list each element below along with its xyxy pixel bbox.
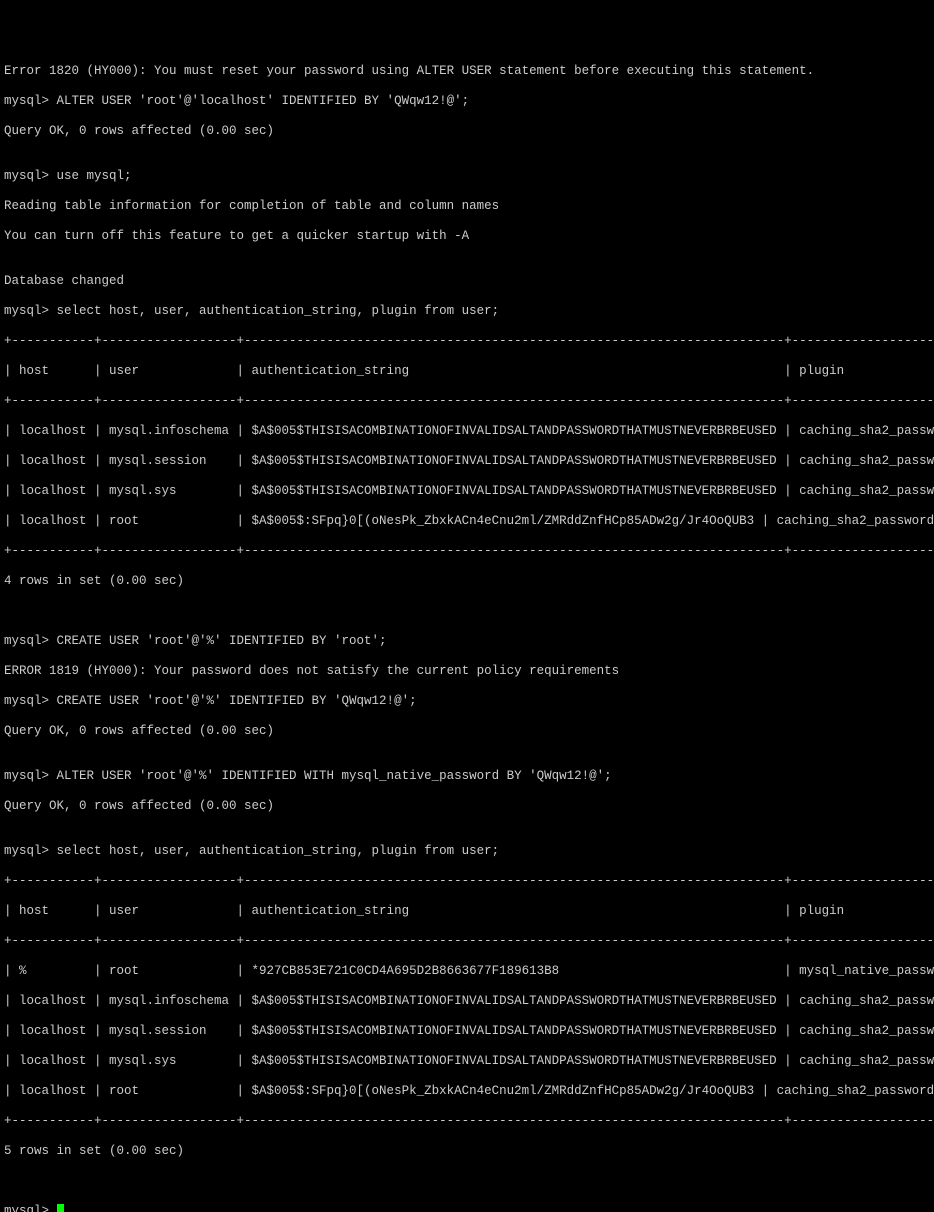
table-row: | localhost | mysql.session | $A$005$THI… xyxy=(4,454,930,469)
output-line: 4 rows in set (0.00 sec) xyxy=(4,574,930,589)
table-row: | localhost | mysql.sys | $A$005$THISISA… xyxy=(4,484,930,499)
output-line: Database changed xyxy=(4,274,930,289)
output-line: Query OK, 0 rows affected (0.00 sec) xyxy=(4,724,930,739)
output-line: mysql> ALTER USER 'root'@'%' IDENTIFIED … xyxy=(4,769,930,784)
table-row: | localhost | root | $A$005$:SFpq}0[(oNe… xyxy=(4,514,930,529)
table-row: | localhost | mysql.infoschema | $A$005$… xyxy=(4,994,930,1009)
output-line xyxy=(4,1174,930,1189)
output-line: mysql> use mysql; xyxy=(4,169,930,184)
output-line: mysql> select host, user, authentication… xyxy=(4,844,930,859)
output-line: Reading table information for completion… xyxy=(4,199,930,214)
table-header: | host | user | authentication_string | … xyxy=(4,904,930,919)
table-border: +-----------+------------------+--------… xyxy=(4,934,930,949)
output-line: Query OK, 0 rows affected (0.00 sec) xyxy=(4,124,930,139)
output-line: mysql> CREATE USER 'root'@'%' IDENTIFIED… xyxy=(4,694,930,709)
table-row: | % | root | *927CB853E721C0CD4A695D2B86… xyxy=(4,964,930,979)
table-border: +-----------+------------------+--------… xyxy=(4,874,930,889)
table-row: | localhost | mysql.infoschema | $A$005$… xyxy=(4,424,930,439)
table-header: | host | user | authentication_string | … xyxy=(4,364,930,379)
output-line: mysql> select host, user, authentication… xyxy=(4,304,930,319)
table-border: +-----------+------------------+--------… xyxy=(4,544,930,559)
output-line: Error 1820 (HY000): You must reset your … xyxy=(4,64,930,79)
table-border: +-----------+------------------+--------… xyxy=(4,334,930,349)
output-line: ERROR 1819 (HY000): Your password does n… xyxy=(4,664,930,679)
output-line: 5 rows in set (0.00 sec) xyxy=(4,1144,930,1159)
output-line: mysql> ALTER USER 'root'@'localhost' IDE… xyxy=(4,94,930,109)
prompt-line[interactable]: mysql> xyxy=(4,1204,930,1212)
output-line: Query OK, 0 rows affected (0.00 sec) xyxy=(4,799,930,814)
cursor xyxy=(57,1204,64,1212)
table-border: +-----------+------------------+--------… xyxy=(4,1114,930,1129)
table-row: | localhost | root | $A$005$:SFpq}0[(oNe… xyxy=(4,1084,930,1099)
prompt-text: mysql> xyxy=(4,1204,57,1212)
output-line: mysql> CREATE USER 'root'@'%' IDENTIFIED… xyxy=(4,634,930,649)
table-row: | localhost | mysql.sys | $A$005$THISISA… xyxy=(4,1054,930,1069)
output-line xyxy=(4,604,930,619)
output-line: You can turn off this feature to get a q… xyxy=(4,229,930,244)
table-border: +-----------+------------------+--------… xyxy=(4,394,930,409)
table-row: | localhost | mysql.session | $A$005$THI… xyxy=(4,1024,930,1039)
